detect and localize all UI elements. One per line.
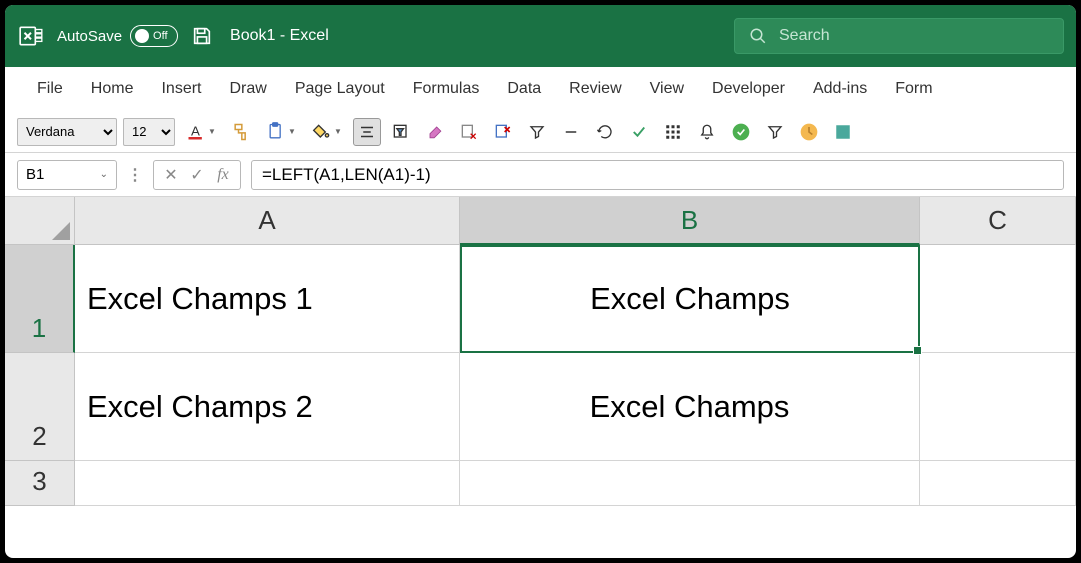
formula-text: =LEFT(A1,LEN(A1)-1) — [262, 165, 431, 185]
font-color-button[interactable]: A▼ — [181, 118, 221, 146]
column-header-a[interactable]: A — [75, 197, 460, 245]
toggle-knob — [135, 29, 149, 43]
tab-add-ins[interactable]: Add-ins — [799, 67, 881, 111]
center-align-button[interactable] — [353, 118, 381, 146]
cell-a3[interactable] — [75, 461, 460, 506]
font-name-select[interactable]: Verdana — [17, 118, 117, 146]
cell-c3[interactable] — [920, 461, 1076, 506]
minus-button[interactable] — [557, 118, 585, 146]
filter-button[interactable] — [387, 118, 415, 146]
cell-a2[interactable]: Excel Champs 2 — [75, 353, 460, 461]
accept-formula-button[interactable]: ✓ — [186, 164, 208, 186]
fill-color-button[interactable]: ▼ — [307, 118, 347, 146]
formula-bar: B1 ⌄ ⋮ ✕ ✓ fx =LEFT(A1,LEN(A1)-1) — [5, 153, 1076, 197]
titlebar: AutoSave Off Book1 - Excel — [5, 5, 1076, 67]
delete-button[interactable] — [489, 118, 517, 146]
tab-file[interactable]: File — [23, 67, 77, 111]
autosave-label: AutoSave — [57, 28, 122, 45]
chevron-down-icon: ⌄ — [100, 169, 108, 180]
format-painter-button[interactable] — [227, 118, 255, 146]
cells-area: Excel Champs 1 Excel Champs Excel Champs… — [75, 245, 1076, 558]
clock-icon[interactable] — [795, 118, 823, 146]
funnel2-icon[interactable] — [761, 118, 789, 146]
autosave-toggle[interactable]: Off — [130, 25, 178, 47]
toggle-state: Off — [153, 30, 167, 42]
checkmark-button[interactable] — [625, 118, 653, 146]
row-header-1[interactable]: 1 — [5, 245, 75, 353]
select-all-corner[interactable] — [5, 197, 75, 245]
row-header-2[interactable]: 2 — [5, 353, 75, 461]
bell-icon[interactable] — [693, 118, 721, 146]
excel-logo-icon — [17, 22, 45, 50]
column-header-c[interactable]: C — [920, 197, 1076, 245]
name-box[interactable]: B1 ⌄ — [17, 160, 117, 190]
refresh-button[interactable] — [591, 118, 619, 146]
formula-buttons: ✕ ✓ fx — [153, 160, 241, 190]
cancel-formula-button[interactable]: ✕ — [160, 164, 182, 186]
divider: ⋮ — [127, 165, 143, 185]
row-headers: 1 2 3 — [5, 245, 75, 558]
name-box-value: B1 — [26, 166, 44, 183]
tab-home[interactable]: Home — [77, 67, 148, 111]
excel-window: AutoSave Off Book1 - Excel File Home Ins… — [5, 5, 1076, 558]
grid-icon[interactable] — [659, 118, 687, 146]
cell-b3[interactable] — [460, 461, 920, 506]
document-title: Book1 - Excel — [230, 27, 329, 45]
cell-b2[interactable]: Excel Champs — [460, 353, 920, 461]
row-1-cells: Excel Champs 1 Excel Champs — [75, 245, 1076, 353]
tab-draw[interactable]: Draw — [215, 67, 280, 111]
font-size-select[interactable]: 12 — [123, 118, 175, 146]
paste-button[interactable]: ▼ — [261, 118, 301, 146]
tab-formulas[interactable]: Formulas — [399, 67, 494, 111]
color-square-icon[interactable] — [829, 118, 857, 146]
check-circle-icon[interactable] — [727, 118, 755, 146]
clear-format-button[interactable] — [455, 118, 483, 146]
svg-text:A: A — [191, 123, 200, 138]
grid-body: 1 2 3 Excel Champs 1 Excel Champs Excel … — [5, 245, 1076, 558]
formula-input[interactable]: =LEFT(A1,LEN(A1)-1) — [251, 160, 1064, 190]
chevron-down-icon: ▼ — [208, 127, 216, 136]
column-header-b[interactable]: B — [460, 197, 920, 245]
save-button[interactable] — [190, 24, 214, 48]
tab-format[interactable]: Form — [881, 67, 946, 111]
row-2-cells: Excel Champs 2 Excel Champs — [75, 353, 1076, 461]
tab-insert[interactable]: Insert — [147, 67, 215, 111]
spreadsheet-grid: A B C 1 2 3 Excel Champs 1 Excel Champs … — [5, 197, 1076, 558]
search-box[interactable] — [734, 18, 1064, 54]
cell-c2[interactable] — [920, 353, 1076, 461]
ribbon-tabs: File Home Insert Draw Page Layout Formul… — [5, 67, 1076, 111]
search-icon — [749, 27, 767, 45]
tab-review[interactable]: Review — [555, 67, 635, 111]
search-input[interactable] — [779, 27, 1049, 45]
row-3-cells — [75, 461, 1076, 506]
chevron-down-icon: ▼ — [288, 127, 296, 136]
tab-page-layout[interactable]: Page Layout — [281, 67, 399, 111]
tab-view[interactable]: View — [636, 67, 698, 111]
row-header-3[interactable]: 3 — [5, 461, 75, 506]
chevron-down-icon: ▼ — [334, 127, 342, 136]
eraser-button[interactable] — [421, 118, 449, 146]
cell-b1[interactable]: Excel Champs — [460, 245, 920, 353]
tab-developer[interactable]: Developer — [698, 67, 799, 111]
column-headers: A B C — [5, 197, 1076, 245]
tab-data[interactable]: Data — [493, 67, 555, 111]
cell-a1[interactable]: Excel Champs 1 — [75, 245, 460, 353]
autosave-control[interactable]: AutoSave Off — [57, 25, 178, 47]
funnel-icon[interactable] — [523, 118, 551, 146]
quick-access-toolbar: Verdana 12 A▼ ▼ ▼ — [5, 111, 1076, 153]
cell-c1[interactable] — [920, 245, 1076, 353]
fx-button[interactable]: fx — [212, 164, 234, 186]
